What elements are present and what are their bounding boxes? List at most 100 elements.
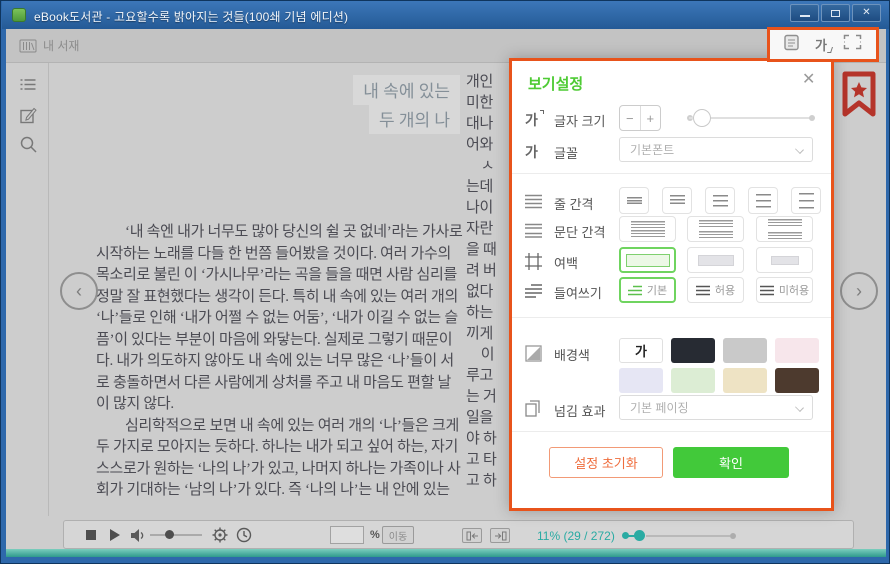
confirm-button[interactable]: 확인 <box>673 447 789 478</box>
indent-option-allow[interactable]: 허용 <box>687 277 744 303</box>
go-first-page-button[interactable] <box>462 528 482 543</box>
panel-close-button[interactable]: ✕ <box>802 69 815 89</box>
my-library-button[interactable]: 내 서재 <box>19 37 79 54</box>
view-tools-highlight: 가 <box>767 27 879 62</box>
indent-option-disallow[interactable]: 미허용 <box>756 277 813 303</box>
volume-slider[interactable] <box>150 534 202 536</box>
line-spacing-option-5[interactable] <box>791 187 821 214</box>
book-line: 고 하 <box>466 471 510 492</box>
book-line: ‘내 속엔 내가 너무도 많아 당신의 쉴 곳 없네’라는 가사로 <box>96 222 468 244</box>
font-size-increase-button[interactable]: + <box>641 106 661 130</box>
player-bar: % 이동 11% (29 / 272) <box>63 520 854 549</box>
tts-stop-button[interactable] <box>86 530 96 540</box>
background-color-icon <box>525 345 543 362</box>
sidebar-divider <box>48 63 49 516</box>
timer-button clock-icon[interactable] <box>236 527 252 543</box>
font-size-label: 글자 크기 <box>554 111 605 130</box>
fullscreen-button[interactable] <box>843 34 862 55</box>
page-flip-select[interactable]: 기본 페이징 <box>619 395 813 420</box>
divider <box>512 431 831 432</box>
margin-option-2[interactable] <box>687 247 744 273</box>
bg-swatch-pink[interactable] <box>775 338 819 363</box>
paragraph-spacing-option-3[interactable] <box>756 216 813 242</box>
go-button[interactable]: 이동 <box>382 526 414 544</box>
bg-swatch-lavender[interactable] <box>619 368 663 393</box>
indent-icon <box>525 284 543 298</box>
font-settings-icon: 가 <box>815 38 827 53</box>
bg-swatch-cream[interactable] <box>723 368 767 393</box>
font-size-decrease-button[interactable]: − <box>620 106 641 130</box>
book-line: 는데 <box>466 177 510 198</box>
prev-page-button[interactable]: ‹ <box>60 272 98 310</box>
bookmark-button[interactable] <box>840 71 878 124</box>
margin-1-icon <box>626 254 670 267</box>
book-line: 미한 <box>466 93 510 114</box>
page-flip-value: 기본 페이징 <box>630 399 689 416</box>
view-settings-panel: 보기설정 ✕ 가 글자 크기 − + 가 글꼴 기본폰트 줄 간격 문단 간격 <box>509 58 834 511</box>
bg-swatch-green[interactable] <box>671 368 715 393</box>
book-line: 끼게 <box>466 324 510 345</box>
book-line: 개인 <box>466 72 510 93</box>
volume-icon <box>130 528 146 543</box>
page-flip-icon <box>525 400 543 417</box>
font-family-value: 기본폰트 <box>630 141 674 158</box>
line-spacing-option-4[interactable] <box>748 187 778 214</box>
minimize-button[interactable] <box>790 4 819 22</box>
line-spacing-option-3[interactable] <box>705 187 735 214</box>
line-spacing-option-2[interactable] <box>662 187 692 214</box>
book-right-column: 개인 미한 대나 어와 ㅅ 는데 나이 자란 을 때 려 버 없다 하는 끼게 … <box>466 72 510 516</box>
chapter-title-line1: 내 속에 있는 <box>353 75 460 105</box>
indent-default-icon <box>628 285 642 296</box>
close-button[interactable]: ✕ <box>852 4 881 22</box>
line-spacing-option-1[interactable] <box>619 187 649 214</box>
chevron-left-icon: ‹ <box>76 281 82 302</box>
progress-end-dot <box>730 533 736 539</box>
paragraph-spacing-option-1[interactable] <box>619 216 676 242</box>
book-line: 을 때 <box>466 240 510 261</box>
font-family-select[interactable]: 기본폰트 <box>619 137 813 162</box>
book-page-text: ‘내 속엔 내가 너무도 많아 당신의 쉴 곳 없네’라는 가사로 시작하는 노… <box>96 222 468 502</box>
progress-slider[interactable] <box>646 535 730 537</box>
note-button[interactable] <box>20 107 37 124</box>
toc-button[interactable] <box>20 78 37 95</box>
margin-3-icon <box>771 256 799 265</box>
para-spacing-3-icon <box>768 219 802 240</box>
volume-slider-handle[interactable] <box>165 530 174 539</box>
bg-swatch-brown[interactable] <box>775 368 819 393</box>
reading-settings-button[interactable] <box>784 34 799 56</box>
font-size-icon: 가 <box>525 110 538 130</box>
margin-option-3[interactable] <box>756 247 813 273</box>
bg-swatch-gray[interactable] <box>723 338 767 363</box>
margin-option-1[interactable] <box>619 247 676 273</box>
go-last-page-button[interactable] <box>490 528 510 543</box>
font-size-stepper: − + <box>619 105 661 131</box>
page-flip-label: 넘김 효과 <box>554 401 605 420</box>
app-icon <box>12 8 26 22</box>
page-percent-input[interactable] <box>330 526 364 544</box>
close-icon: ✕ <box>862 8 870 18</box>
book-line: 회가 기대하는 ‘남의 나’가 있다. 즉 ‘나의 나’는 내 안에 있는 <box>96 480 468 502</box>
bg-swatch-white[interactable]: 가 <box>619 338 663 363</box>
line-spacing-4-icon <box>756 194 771 208</box>
window-title: eBook도서관 - 고요할수록 밝아지는 것들(100쇄 기념 에디션) <box>34 8 348 25</box>
search-button[interactable] <box>20 136 37 153</box>
para-spacing-1-icon <box>631 221 665 237</box>
book-line: ㅅ <box>466 156 510 177</box>
tts-play-button[interactable] <box>110 529 120 541</box>
tts-settings-button gear-icon[interactable] <box>212 527 228 543</box>
line-spacing-2-icon <box>670 195 685 206</box>
view-settings-button[interactable]: 가 <box>815 35 827 54</box>
next-page-button[interactable]: › <box>840 272 878 310</box>
font-size-slider-handle[interactable] <box>693 109 711 127</box>
progress-slider-handle[interactable] <box>634 530 645 541</box>
fullscreen-icon <box>843 34 862 50</box>
indent-option-default[interactable]: 기본 <box>619 277 676 303</box>
maximize-button[interactable] <box>821 4 850 22</box>
bg-swatch-text: 가 <box>635 341 647 360</box>
book-line: 로 충돌하면서 다른 사람에게 상처를 주고 내 마음도 편할 날 <box>96 373 468 395</box>
paragraph-spacing-option-2[interactable] <box>687 216 744 242</box>
maximize-icon <box>831 10 840 17</box>
reset-settings-button[interactable]: 설정 초기화 <box>549 447 663 478</box>
chevron-right-icon: › <box>856 281 862 302</box>
bg-swatch-dark[interactable] <box>671 338 715 363</box>
